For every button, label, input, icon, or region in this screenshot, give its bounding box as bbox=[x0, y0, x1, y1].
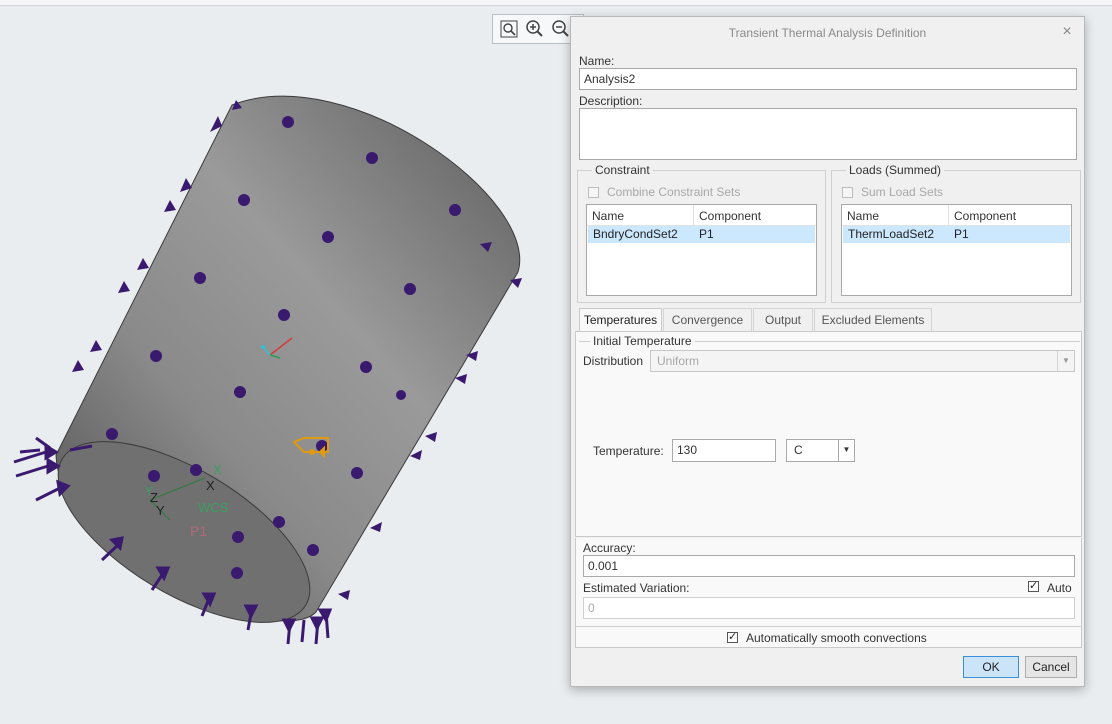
load-marker bbox=[234, 386, 246, 398]
load-marker bbox=[282, 116, 294, 128]
sum-load-sets-label: Sum Load Sets bbox=[861, 185, 944, 199]
accuracy-input[interactable]: 0.001 bbox=[583, 555, 1075, 577]
tab-excluded-elements[interactable]: Excluded Elements bbox=[814, 308, 932, 331]
temperature-input[interactable]: 130 bbox=[672, 439, 776, 462]
unit-value: C bbox=[794, 443, 803, 457]
cell-component: P1 bbox=[699, 227, 714, 241]
sum-load-sets-checkbox[interactable] bbox=[842, 187, 853, 198]
load-marker bbox=[278, 309, 290, 321]
distribution-value: Uniform bbox=[657, 354, 700, 368]
tab-temperatures[interactable]: Temperatures bbox=[579, 308, 662, 333]
temperature-unit-select[interactable]: C ▼ bbox=[786, 439, 855, 462]
load-marker bbox=[238, 194, 250, 206]
zoom-out-icon[interactable] bbox=[551, 19, 571, 39]
tab-bar: Temperatures Convergence Output Excluded… bbox=[575, 308, 1080, 333]
auto-checkbox[interactable] bbox=[1028, 579, 1039, 592]
column-header-name[interactable]: Name bbox=[842, 205, 949, 225]
estimated-variation-label: Estimated Variation: bbox=[583, 581, 690, 595]
transient-thermal-analysis-dialog: Transient Thermal Analysis Definition × … bbox=[570, 16, 1085, 687]
load-marker bbox=[194, 272, 206, 284]
column-header-component[interactable]: Component bbox=[694, 205, 816, 225]
constraint-group: Constraint Combine Constraint Sets Name … bbox=[577, 163, 826, 303]
csys-label: Y bbox=[145, 484, 153, 498]
edge-marker bbox=[425, 432, 437, 442]
part-label: P1 bbox=[190, 523, 207, 539]
chevron-down-icon: ▼ bbox=[838, 440, 854, 461]
load-marker bbox=[322, 231, 334, 243]
estimated-variation-input[interactable]: 0 bbox=[583, 597, 1075, 619]
cancel-button[interactable]: Cancel bbox=[1025, 656, 1077, 678]
load-marker bbox=[351, 467, 363, 479]
load-marker bbox=[231, 567, 243, 579]
load-marker bbox=[449, 204, 461, 216]
divider bbox=[576, 626, 1081, 627]
load-marker bbox=[366, 152, 378, 164]
constraint-table[interactable]: Name Component BndryCondSet2 P1 bbox=[586, 204, 817, 296]
edge-marker bbox=[118, 281, 130, 293]
csys-label: X bbox=[206, 478, 215, 493]
load-marker bbox=[404, 283, 416, 295]
cell-name: ThermLoadSet2 bbox=[848, 227, 935, 241]
edge-marker bbox=[137, 258, 149, 270]
column-header-name[interactable]: Name bbox=[587, 205, 694, 225]
description-textarea[interactable] bbox=[579, 108, 1077, 160]
tab-output[interactable]: Output bbox=[753, 308, 813, 331]
chevron-down-icon: ▼ bbox=[1057, 351, 1074, 371]
auto-label: Auto bbox=[1047, 581, 1072, 595]
csys-label: Y bbox=[156, 503, 165, 518]
accuracy-label: Accuracy: bbox=[583, 541, 636, 555]
load-marker bbox=[148, 470, 160, 482]
zoom-in-icon[interactable] bbox=[525, 19, 545, 39]
model-scene[interactable]: X Z Y X Y WCS P1 bbox=[0, 0, 570, 724]
ok-button[interactable]: OK bbox=[963, 656, 1019, 678]
cell-name: BndryCondSet2 bbox=[593, 227, 678, 241]
load-marker bbox=[190, 464, 202, 476]
zoom-fit-icon[interactable] bbox=[499, 19, 519, 39]
constraint-group-title: Constraint bbox=[592, 163, 653, 177]
load-marker bbox=[307, 544, 319, 556]
tab-convergence[interactable]: Convergence bbox=[663, 308, 752, 331]
cell-component: P1 bbox=[954, 227, 969, 241]
load-marker bbox=[150, 350, 162, 362]
load-marker bbox=[396, 390, 406, 400]
temperatures-panel: Initial Temperature Distribution Uniform… bbox=[575, 331, 1082, 537]
edge-marker bbox=[164, 200, 176, 212]
column-header-component[interactable]: Component bbox=[949, 205, 1071, 225]
distribution-select[interactable]: Uniform ▼ bbox=[650, 350, 1075, 372]
loads-group: Loads (Summed) Sum Load Sets Name Compon… bbox=[831, 163, 1081, 303]
distribution-label: Distribution bbox=[583, 354, 644, 368]
constraint-table-header: Name Component bbox=[587, 205, 816, 226]
temperature-label: Temperature: bbox=[593, 444, 664, 458]
table-row[interactable]: BndryCondSet2 P1 bbox=[588, 226, 815, 243]
name-input[interactable]: Analysis2 bbox=[579, 68, 1077, 90]
edge-marker bbox=[370, 522, 382, 532]
description-label: Description: bbox=[579, 94, 643, 108]
name-label: Name: bbox=[579, 54, 615, 68]
initial-temperature-title: Initial Temperature bbox=[590, 334, 695, 348]
edge-marker bbox=[338, 590, 350, 600]
csys-label: X bbox=[213, 462, 222, 477]
table-row[interactable]: ThermLoadSet2 P1 bbox=[843, 226, 1070, 243]
combine-constraint-sets-checkbox[interactable] bbox=[588, 187, 599, 198]
dialog-title: Transient Thermal Analysis Definition bbox=[728, 26, 927, 40]
load-marker bbox=[232, 531, 244, 543]
loads-table-header: Name Component bbox=[842, 205, 1071, 226]
edge-marker bbox=[72, 360, 84, 372]
combine-constraint-sets-label: Combine Constraint Sets bbox=[607, 185, 741, 199]
close-icon[interactable]: × bbox=[1058, 23, 1076, 41]
csys-label: WCS bbox=[198, 500, 229, 515]
loads-table[interactable]: Name Component ThermLoadSet2 P1 bbox=[841, 204, 1072, 296]
smooth-convections-checkbox[interactable] bbox=[727, 630, 738, 643]
edge-marker bbox=[90, 340, 102, 352]
accuracy-panel: Accuracy: 0.001 Estimated Variation: Aut… bbox=[575, 538, 1082, 648]
load-marker bbox=[360, 361, 372, 373]
load-marker bbox=[106, 428, 118, 440]
load-marker bbox=[273, 516, 285, 528]
smooth-convections-label: Automatically smooth convections bbox=[746, 631, 927, 645]
loads-group-title: Loads (Summed) bbox=[846, 163, 945, 177]
